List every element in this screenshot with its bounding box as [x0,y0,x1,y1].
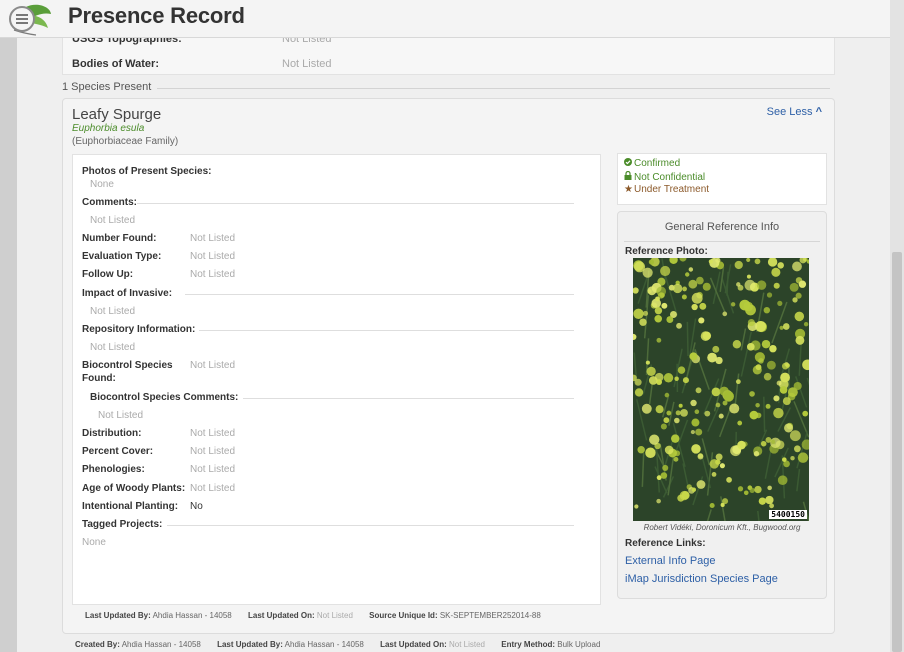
updated-by-value: Ahdia Hassan - 14058 [284,640,364,649]
repository-label: Repository Information: [82,324,196,335]
distribution-value: Not Listed [190,428,236,439]
phenologies-value: Not Listed [190,464,236,475]
follow-up-label: Follow Up: [82,269,134,280]
biocontrol-found-value: Not Listed [190,360,236,371]
photos-value: None [90,179,114,190]
species-footer: Last Updated By: Ahdia Hassan - 14058 La… [85,611,541,620]
created-by-value: Ahdia Hassan - 14058 [121,640,201,649]
updated-on-value: Not Listed [448,640,486,649]
species-present-heading: 1 Species Present [62,81,152,93]
record-footer: Created By: Ahdia Hassan - 14058 Last Up… [75,640,600,649]
see-less-button[interactable]: See Less ^ [767,106,822,118]
age-woody-value: Not Listed [190,483,236,494]
star-icon: ★ [624,184,633,195]
impact-value: Not Listed [90,306,136,317]
imap-species-page-link[interactable]: iMap Jurisdiction Species Page [625,573,778,585]
divider [167,525,574,526]
updated-by-value: Ahdia Hassan - 14058 [152,611,232,620]
updated-on-value: Not Listed [316,611,353,620]
leafy-spurge-photo [633,258,809,521]
photos-label: Photos of Present Species: [82,166,212,177]
treatment-label: Under Treatment [634,184,710,195]
tagged-projects-label: Tagged Projects: [82,519,163,530]
species-common-name: Leafy Spurge [72,106,162,123]
source-id-label: Source Unique Id: [369,611,438,620]
page-title: Presence Record [68,3,245,28]
treatment-status: ★Under Treatment [624,184,820,197]
evaluation-type-value: Not Listed [190,251,236,262]
age-woody-label: Age of Woody Plants: [82,483,186,494]
tagged-projects-value: None [82,537,106,548]
confidential-label: Not Confidential [634,171,706,183]
chevron-up-icon: ^ [815,106,822,118]
phenologies-label: Phenologies: [82,464,145,475]
divider [157,88,830,89]
reference-info-box: General Reference Info Reference Photo: … [617,211,827,599]
comments-label: Comments: [82,197,138,208]
impact-label: Impact of Invasive: [82,288,173,299]
source-id-value: SK-SEPTEMBER252014-88 [439,611,541,620]
percent-cover-label: Percent Cover: [82,446,154,457]
field-label: Bodies of Water: [72,58,159,70]
confidential-status: Not Confidential [624,170,820,185]
leaf-logo-icon [9,4,51,36]
biocontrol-comments-label: Biocontrol Species Comments: [90,392,239,403]
species-details-panel: Photos of Present Species: None Comments… [72,154,601,605]
reference-photo-label: Reference Photo: [625,246,708,257]
reference-photo[interactable]: 5400150 [633,258,809,521]
updated-on-label: Last Updated On: [247,611,315,620]
intentional-planting-value: No [190,501,203,512]
number-found-label: Number Found: [82,233,157,244]
biocontrol-found-label-line2: Found: [82,373,116,384]
scrollbar-thumb[interactable] [892,252,902,652]
check-circle-icon [624,158,634,171]
updated-on-label: Last Updated On: [380,640,447,649]
distribution-label: Distribution: [82,428,142,439]
divider [137,203,574,204]
percent-cover-value: Not Listed [190,446,236,457]
repository-value: Not Listed [90,342,136,353]
entry-method-label: Entry Method: [501,640,556,649]
reference-links-label: Reference Links: [625,538,706,549]
field-value: Not Listed [282,58,332,70]
status-box: Confirmed Not Confidential ★Under Treatm… [617,153,827,205]
divider [199,330,574,331]
comments-value: Not Listed [90,215,136,226]
biocontrol-found-label-line1: Biocontrol Species [82,360,173,371]
photo-id: 5400150 [769,510,807,519]
updated-by-label: Last Updated By: [217,640,283,649]
updated-by-label: Last Updated By: [85,611,151,620]
photo-caption: Robert Vidéki, Doronicum Kft., Bugwood.o… [643,523,801,532]
divider [624,241,820,242]
divider [185,294,574,295]
follow-up-value: Not Listed [190,269,236,280]
species-card: Leafy Spurge Euphorbia esula (Euphorbiac… [62,98,835,634]
confirmed-label: Confirmed [634,158,681,169]
external-info-link[interactable]: External Info Page [625,555,716,567]
number-found-value: Not Listed [190,233,236,244]
created-by-label: Created By: [75,640,120,649]
species-family: (Euphorbiaceae Family) [72,136,179,147]
intentional-planting-label: Intentional Planting: [82,501,179,512]
divider [243,398,574,399]
biocontrol-comments-value: Not Listed [98,410,144,421]
lock-icon [624,170,634,185]
evaluation-type-label: Evaluation Type: [82,251,162,262]
reference-title: General Reference Info [664,221,780,233]
entry-method-value: Bulk Upload [557,640,601,649]
see-less-label: See Less [766,106,813,118]
page-header: Presence Record [0,0,890,38]
confirmed-status: Confirmed [624,158,820,171]
species-scientific-name: Euphorbia esula [72,123,145,134]
